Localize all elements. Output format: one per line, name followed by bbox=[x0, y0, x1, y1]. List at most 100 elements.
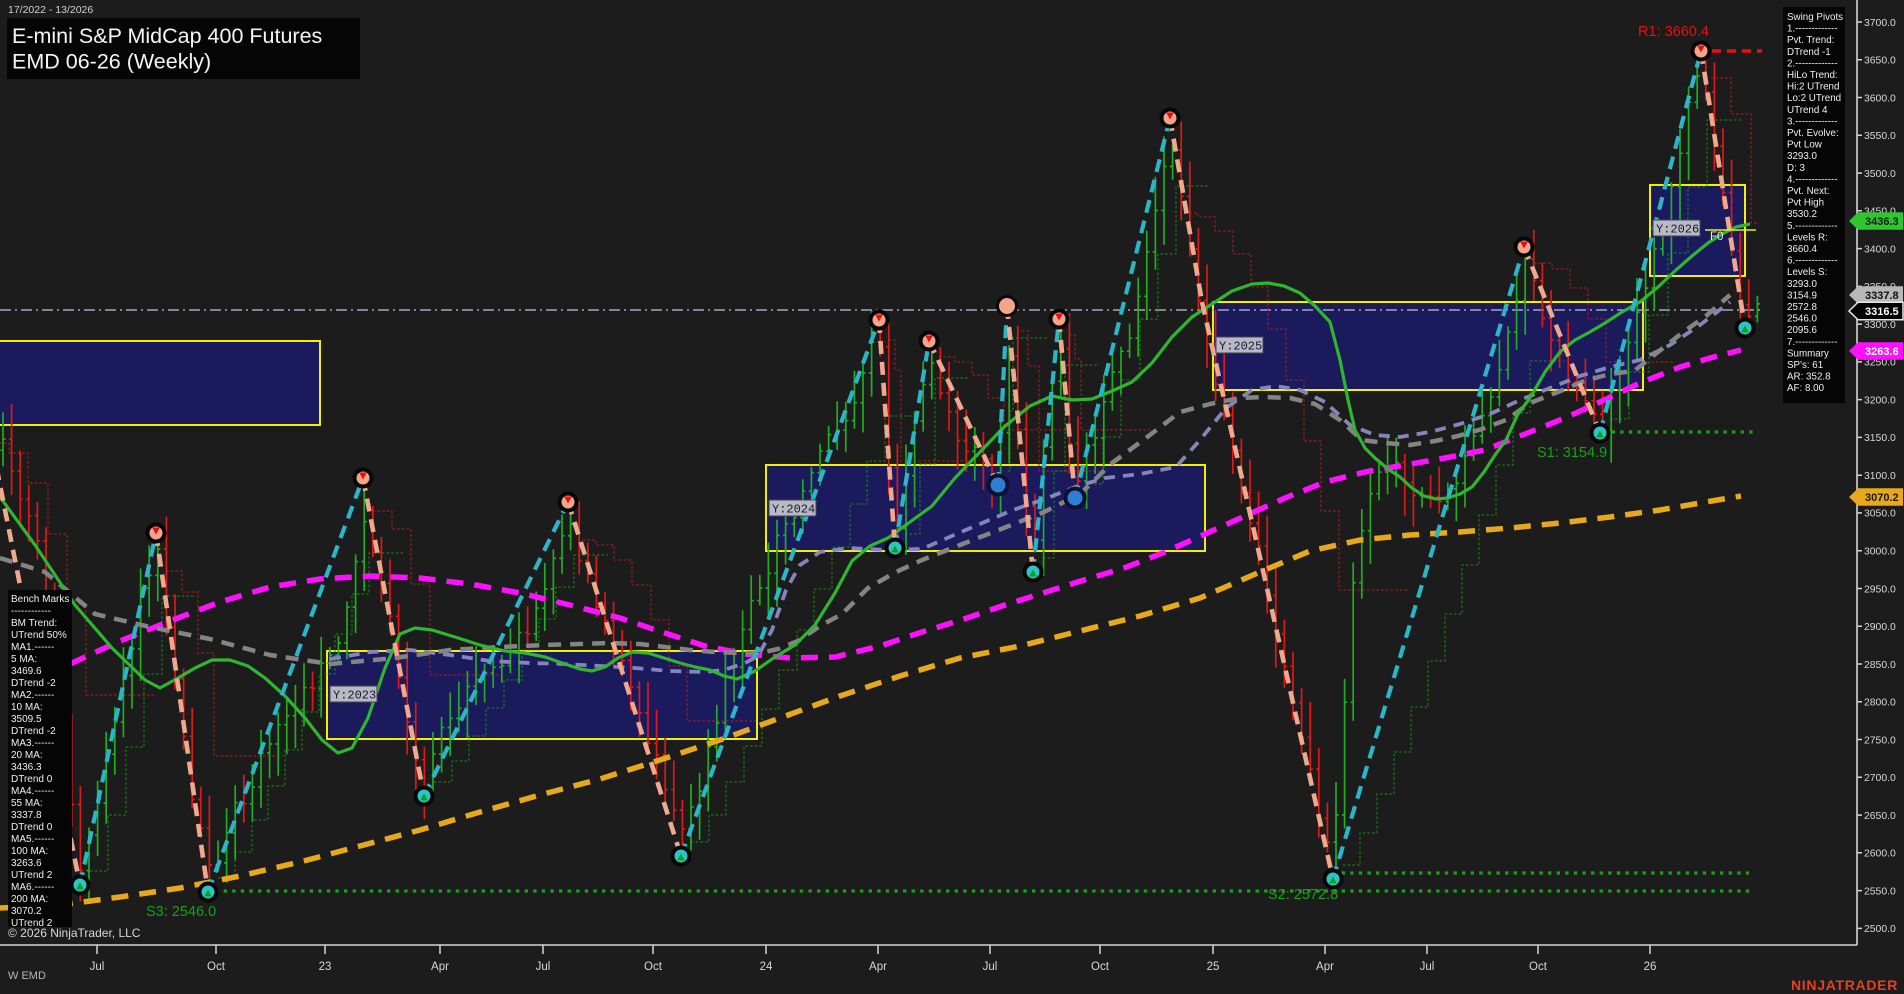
svg-text:3700.0: 3700.0 bbox=[1864, 18, 1896, 29]
svg-text:AR: 352.8: AR: 352.8 bbox=[1787, 372, 1831, 383]
svg-text:7.-------------: 7.------------- bbox=[1787, 337, 1838, 348]
svg-text:3070.2: 3070.2 bbox=[11, 906, 42, 917]
svg-text:Pvt. Evolve:: Pvt. Evolve: bbox=[1787, 128, 1839, 139]
svg-text:24: 24 bbox=[760, 961, 773, 973]
svg-text:3150.0: 3150.0 bbox=[1864, 433, 1896, 444]
svg-text:3100.0: 3100.0 bbox=[1864, 471, 1896, 482]
svg-text:3509.5: 3509.5 bbox=[11, 714, 42, 725]
svg-text:3316.5: 3316.5 bbox=[1865, 306, 1899, 318]
svg-text:W EMD: W EMD bbox=[8, 970, 46, 982]
svg-text:DTrend 0: DTrend 0 bbox=[11, 822, 53, 833]
svg-text:Pvt Low: Pvt Low bbox=[1787, 140, 1823, 151]
svg-text:3600.0: 3600.0 bbox=[1864, 93, 1896, 104]
svg-text:3650.0: 3650.0 bbox=[1864, 56, 1896, 67]
svg-text:10 MA:: 10 MA: bbox=[11, 702, 43, 713]
svg-text:BM Trend:: BM Trend: bbox=[11, 618, 57, 629]
svg-text:3300.0: 3300.0 bbox=[1864, 320, 1896, 331]
svg-text:DTrend -1: DTrend -1 bbox=[1787, 47, 1831, 58]
svg-text:Lo:2 UTrend: Lo:2 UTrend bbox=[1787, 93, 1841, 104]
svg-text:Jul: Jul bbox=[983, 961, 998, 973]
svg-text:S1: 3154.9: S1: 3154.9 bbox=[1537, 445, 1607, 461]
svg-text:Apr: Apr bbox=[869, 961, 887, 973]
svg-text:3500.0: 3500.0 bbox=[1864, 169, 1896, 180]
svg-text:3.-------------: 3.------------- bbox=[1787, 116, 1838, 127]
svg-text:UTrend 50%: UTrend 50% bbox=[11, 630, 67, 641]
svg-text:2550.0: 2550.0 bbox=[1864, 886, 1896, 897]
svg-text:2850.0: 2850.0 bbox=[1864, 660, 1896, 671]
svg-text:25: 25 bbox=[1207, 961, 1220, 973]
svg-text:Apr: Apr bbox=[431, 961, 449, 973]
svg-text:3400.0: 3400.0 bbox=[1864, 244, 1896, 255]
svg-text:------------: ------------ bbox=[11, 606, 51, 617]
svg-text:2095.6: 2095.6 bbox=[1787, 325, 1818, 336]
svg-text:Pvt. Trend:: Pvt. Trend: bbox=[1787, 35, 1834, 46]
svg-text:3337.8: 3337.8 bbox=[11, 810, 42, 821]
svg-text:23: 23 bbox=[319, 961, 332, 973]
svg-text:F0: F0 bbox=[1710, 231, 1723, 243]
svg-text:Swing Pivots: Swing Pivots bbox=[1787, 12, 1843, 23]
svg-text:© 2026 NinjaTrader, LLC: © 2026 NinjaTrader, LLC bbox=[8, 926, 141, 940]
svg-text:2750.0: 2750.0 bbox=[1864, 735, 1896, 746]
svg-text:DTrend -2: DTrend -2 bbox=[11, 678, 56, 689]
svg-text:Y:2023: Y:2023 bbox=[333, 689, 376, 703]
svg-text:Levels R:: Levels R: bbox=[1787, 232, 1828, 243]
svg-text:3050.0: 3050.0 bbox=[1864, 509, 1896, 520]
svg-text:MA1.------: MA1.------ bbox=[11, 642, 54, 653]
svg-text:3293.0: 3293.0 bbox=[1787, 279, 1818, 290]
svg-text:Apr: Apr bbox=[1316, 961, 1334, 973]
svg-text:2900.0: 2900.0 bbox=[1864, 622, 1896, 633]
svg-text:2650.0: 2650.0 bbox=[1864, 811, 1896, 822]
svg-text:UTrend 2: UTrend 2 bbox=[11, 870, 53, 881]
svg-text:6.-------------: 6.------------- bbox=[1787, 256, 1838, 267]
svg-text:DTrend 0: DTrend 0 bbox=[11, 774, 53, 785]
svg-text:HiLo Trend:: HiLo Trend: bbox=[1787, 70, 1838, 81]
svg-text:MA2.------: MA2.------ bbox=[11, 690, 54, 701]
svg-text:AF: 8.00: AF: 8.00 bbox=[1787, 383, 1825, 394]
svg-text:Jul: Jul bbox=[90, 961, 105, 973]
svg-text:Y:2026: Y:2026 bbox=[1656, 223, 1699, 237]
svg-text:Y:2025: Y:2025 bbox=[1219, 340, 1262, 354]
svg-text:D: 3: D: 3 bbox=[1787, 163, 1806, 174]
svg-text:3293.0: 3293.0 bbox=[1787, 151, 1818, 162]
svg-text:1.-------------: 1.------------- bbox=[1787, 24, 1838, 35]
svg-text:200 MA:: 200 MA: bbox=[11, 894, 48, 905]
svg-text:Oct: Oct bbox=[1529, 961, 1548, 973]
svg-text:3550.0: 3550.0 bbox=[1864, 131, 1896, 142]
svg-text:E-mini S&P MidCap 400 Futures: E-mini S&P MidCap 400 Futures bbox=[12, 24, 322, 48]
svg-text:UTrend 4: UTrend 4 bbox=[1787, 105, 1828, 116]
svg-text:3469.6: 3469.6 bbox=[11, 666, 42, 677]
svg-text:SP's: 61: SP's: 61 bbox=[1787, 360, 1823, 371]
svg-text:S2: 2572.8: S2: 2572.8 bbox=[1268, 887, 1338, 903]
svg-text:3530.2: 3530.2 bbox=[1787, 209, 1817, 220]
svg-text:20 MA:: 20 MA: bbox=[11, 750, 43, 761]
svg-text:Jul: Jul bbox=[1420, 961, 1435, 973]
svg-text:2.-------------: 2.------------- bbox=[1787, 58, 1838, 69]
svg-text:Hi:2 UTrend: Hi:2 UTrend bbox=[1787, 82, 1839, 93]
svg-text:5 MA:: 5 MA: bbox=[11, 654, 37, 665]
svg-text:NINJATRADER: NINJATRADER bbox=[1791, 977, 1898, 993]
svg-text:DTrend -2: DTrend -2 bbox=[11, 726, 56, 737]
svg-text:Bench Marks: Bench Marks bbox=[11, 594, 69, 605]
svg-text:R1: 3660.4: R1: 3660.4 bbox=[1638, 24, 1709, 40]
svg-text:Oct: Oct bbox=[644, 961, 663, 973]
svg-text:3436.3: 3436.3 bbox=[11, 762, 42, 773]
svg-text:3337.8: 3337.8 bbox=[1865, 290, 1899, 302]
svg-text:2572.8: 2572.8 bbox=[1787, 302, 1818, 313]
svg-text:Jul: Jul bbox=[536, 961, 551, 973]
svg-text:Pvt High: Pvt High bbox=[1787, 198, 1824, 209]
svg-text:2700.0: 2700.0 bbox=[1864, 773, 1896, 784]
svg-text:MA6.------: MA6.------ bbox=[11, 882, 54, 893]
svg-text:100 MA:: 100 MA: bbox=[11, 846, 48, 857]
svg-text:4.-------------: 4.------------- bbox=[1787, 174, 1838, 185]
svg-text:MA3.------: MA3.------ bbox=[11, 738, 54, 749]
svg-text:2500.0: 2500.0 bbox=[1864, 924, 1896, 935]
svg-text:17/2022 - 13/2026: 17/2022 - 13/2026 bbox=[8, 4, 93, 16]
svg-text:3200.0: 3200.0 bbox=[1864, 395, 1896, 406]
svg-text:Levels S:: Levels S: bbox=[1787, 267, 1827, 278]
svg-text:Y:2024: Y:2024 bbox=[772, 503, 815, 517]
svg-text:2546.0: 2546.0 bbox=[1787, 314, 1818, 325]
svg-text:3000.0: 3000.0 bbox=[1864, 547, 1896, 558]
svg-text:3154.9: 3154.9 bbox=[1787, 290, 1817, 301]
svg-text:3070.2: 3070.2 bbox=[1865, 492, 1899, 504]
svg-text:3263.6: 3263.6 bbox=[1865, 346, 1899, 358]
